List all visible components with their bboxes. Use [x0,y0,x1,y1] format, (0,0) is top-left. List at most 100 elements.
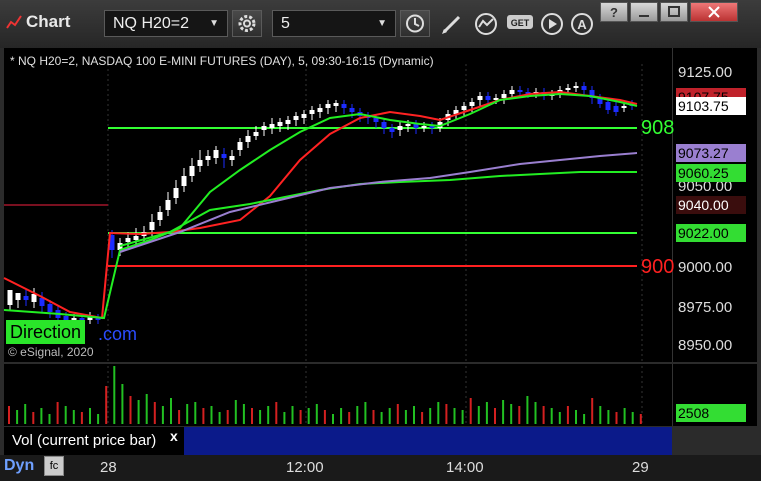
volume-bar [315,404,318,424]
volume-bar [137,400,140,424]
volume-bar [97,414,100,424]
candle-body [477,96,483,100]
volume-bar [437,402,440,424]
direction-logo-suffix: .com [98,324,138,344]
candle-body [277,122,283,126]
dynamic-toggle-button[interactable]: fc [44,456,64,476]
volume-bar [251,408,253,424]
volume-bar [161,406,164,424]
candle-body [517,90,523,92]
candle-body [229,156,235,160]
volume-bar [259,410,262,424]
volume-legend: Vol (current price bar) [4,427,184,455]
candle-body [301,114,307,118]
volume-bar [145,394,148,424]
volume-bar [615,412,618,424]
candle-body [469,102,475,106]
candle-body [269,124,275,128]
time-label: 12:00 [286,459,324,476]
candle-body [341,104,347,108]
candle-body [309,110,315,114]
candle-body [23,296,29,300]
volume-bar [283,412,286,424]
volume-bar [453,408,456,424]
candle-body [31,294,37,302]
candle-body [333,103,339,106]
volume-bar [242,404,245,424]
candle-body [213,150,219,158]
close-study-icon[interactable]: x [170,428,178,444]
volume-bar [56,402,59,424]
candle-body [389,128,395,132]
volume-bar [575,410,577,424]
volume-bar [639,414,642,424]
volume-bar [413,406,415,424]
candle-body [373,118,379,122]
volume-bar [72,410,75,424]
chart-drawing [3,64,643,426]
volume-bar [583,414,586,424]
price-box: 9060.25 [676,164,746,182]
volume-bar [202,408,205,424]
volume-bar [121,384,124,424]
candle-body [573,86,579,88]
candle-body [7,290,13,305]
volume-bar [105,386,108,424]
candle-body [485,96,491,100]
candle-body [461,106,467,110]
candle-body [613,106,619,112]
volume-bar [388,408,391,424]
price-box: 9103.75 [676,97,746,115]
chart-header: * NQ H20=2, NASDAQ 100 E-MINI FUTURES (D… [10,54,434,68]
volume-bar [323,410,326,424]
volume-bar [469,398,472,424]
candle-body [397,126,403,130]
volume-bar [210,406,213,424]
volume-bar [16,410,19,424]
volume-bar [178,410,181,424]
volume-bar [24,404,27,424]
candle-body [39,298,45,306]
volume-bar [129,396,132,424]
volume-bar [566,406,569,424]
volume-bar [356,406,359,424]
volume-bar [429,408,432,424]
candle-body [405,124,411,126]
volume-bar [275,402,278,424]
volume-bar [267,406,270,424]
candle-body [149,222,155,230]
candle-body [381,122,387,128]
volume-bar [477,406,480,424]
volume-bar [299,410,302,424]
candle-body [293,116,299,120]
y-tick: 8950.00 [678,337,733,354]
price-box: 9022.00 [676,224,746,242]
volume-bar [542,406,545,424]
candle-body [253,132,259,136]
volume-bar [396,404,399,424]
price-box: 9040.00 [676,196,746,214]
candle-body [509,90,515,94]
volume-bar [113,366,116,424]
y-tick: 8975.00 [678,299,733,316]
candle-body [47,304,53,312]
volume-bar [494,408,496,424]
volume-bar [599,406,602,424]
candle-body [317,108,323,112]
volume-bar [623,408,626,424]
candle-body [565,88,571,90]
candle-body [165,200,171,210]
candle-body [501,94,507,98]
level-label-green: 908 [641,117,675,139]
volume-bar [234,400,237,424]
volume-bar [372,410,375,424]
candle-body [237,142,243,150]
volume-bar [526,396,529,424]
time-label: 29 [632,459,649,476]
volume-bar [485,402,488,424]
direction-logo: Direction [6,320,86,344]
volume-bar [32,412,35,424]
candle-body [261,126,267,130]
candle-body [15,293,21,300]
volume-bar [340,408,343,424]
